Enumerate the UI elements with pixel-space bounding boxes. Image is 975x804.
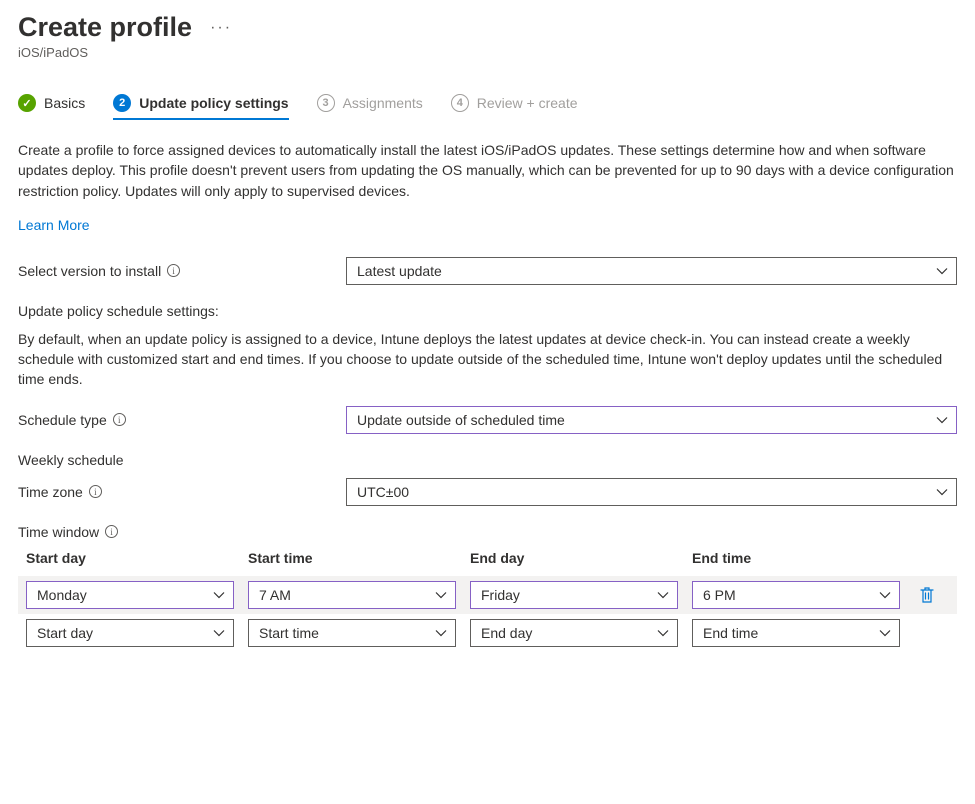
chevron-down-icon: [213, 627, 225, 639]
select-placeholder: Start time: [259, 625, 319, 641]
tab-update-policy-settings[interactable]: 2 Update policy settings: [113, 88, 288, 118]
chevron-down-icon: [657, 627, 669, 639]
table-row: Monday 7 AM Friday 6 PM: [18, 576, 957, 614]
step-number-icon: 3: [317, 94, 335, 112]
info-icon[interactable]: i: [167, 264, 180, 277]
more-menu-button[interactable]: ···: [210, 19, 232, 37]
end-day-dropdown[interactable]: End day: [470, 619, 678, 647]
end-time-dropdown[interactable]: 6 PM: [692, 581, 900, 609]
field-label: Time window: [18, 524, 99, 540]
page-header: Create profile ··· iOS/iPadOS: [18, 12, 957, 60]
field-label: Select version to install: [18, 263, 161, 279]
tab-review-create[interactable]: 4 Review + create: [451, 88, 578, 118]
start-time-dropdown[interactable]: 7 AM: [248, 581, 456, 609]
field-schedule-type: Schedule type i Update outside of schedu…: [18, 406, 957, 434]
select-value: UTC±00: [357, 484, 409, 500]
check-icon: ✓: [18, 94, 36, 112]
time-window-table: Start day Start time End day End time Mo…: [18, 550, 957, 652]
field-select-version: Select version to install i Latest updat…: [18, 257, 957, 285]
field-label: Time zone: [18, 484, 83, 500]
chevron-down-icon: [936, 414, 948, 426]
weekly-schedule-heading: Weekly schedule: [18, 452, 957, 468]
schedule-settings-description: By default, when an update policy is ass…: [18, 329, 957, 390]
step-number-icon: 4: [451, 94, 469, 112]
select-value: Update outside of scheduled time: [357, 412, 565, 428]
column-header-start-day: Start day: [26, 550, 234, 566]
page-title: Create profile: [18, 12, 192, 43]
schedule-settings-heading: Update policy schedule settings:: [18, 303, 957, 319]
chevron-down-icon: [435, 589, 447, 601]
start-day-dropdown[interactable]: Start day: [26, 619, 234, 647]
select-placeholder: End time: [703, 625, 758, 641]
page-subtitle: iOS/iPadOS: [18, 45, 957, 60]
select-version-dropdown[interactable]: Latest update: [346, 257, 957, 285]
column-header-end-day: End day: [470, 550, 678, 566]
select-value: Latest update: [357, 263, 442, 279]
chevron-down-icon: [213, 589, 225, 601]
tab-label: Basics: [44, 95, 85, 111]
schedule-type-dropdown[interactable]: Update outside of scheduled time: [346, 406, 957, 434]
tab-label: Assignments: [343, 95, 423, 111]
end-day-dropdown[interactable]: Friday: [470, 581, 678, 609]
select-placeholder: End day: [481, 625, 532, 641]
table-row: Start day Start time End day End time: [18, 614, 957, 652]
chevron-down-icon: [936, 486, 948, 498]
step-number-icon: 2: [113, 94, 131, 112]
trash-icon: [919, 586, 935, 604]
select-value: Friday: [481, 587, 520, 603]
select-value: Monday: [37, 587, 87, 603]
select-value: 6 PM: [703, 587, 736, 603]
tab-label: Review + create: [477, 95, 578, 111]
info-icon[interactable]: i: [113, 413, 126, 426]
field-label: Schedule type: [18, 412, 107, 428]
chevron-down-icon: [435, 627, 447, 639]
column-header-end-time: End time: [692, 550, 900, 566]
table-header-row: Start day Start time End day End time: [18, 550, 957, 576]
tab-basics[interactable]: ✓ Basics: [18, 88, 85, 118]
chevron-down-icon: [879, 589, 891, 601]
chevron-down-icon: [936, 265, 948, 277]
info-icon[interactable]: i: [105, 525, 118, 538]
tab-label: Update policy settings: [139, 95, 288, 111]
start-day-dropdown[interactable]: Monday: [26, 581, 234, 609]
select-placeholder: Start day: [37, 625, 93, 641]
column-header-start-time: Start time: [248, 550, 456, 566]
chevron-down-icon: [879, 627, 891, 639]
learn-more-link[interactable]: Learn More: [18, 217, 90, 233]
policy-description: Create a profile to force assigned devic…: [18, 140, 957, 201]
delete-row-button[interactable]: [914, 586, 940, 604]
time-window-heading: Time window i: [18, 524, 957, 540]
start-time-dropdown[interactable]: Start time: [248, 619, 456, 647]
time-zone-dropdown[interactable]: UTC±00: [346, 478, 957, 506]
field-time-zone: Time zone i UTC±00: [18, 478, 957, 506]
wizard-tabs: ✓ Basics 2 Update policy settings 3 Assi…: [18, 88, 957, 118]
info-icon[interactable]: i: [89, 485, 102, 498]
end-time-dropdown[interactable]: End time: [692, 619, 900, 647]
chevron-down-icon: [657, 589, 669, 601]
select-value: 7 AM: [259, 587, 291, 603]
tab-assignments[interactable]: 3 Assignments: [317, 88, 423, 118]
